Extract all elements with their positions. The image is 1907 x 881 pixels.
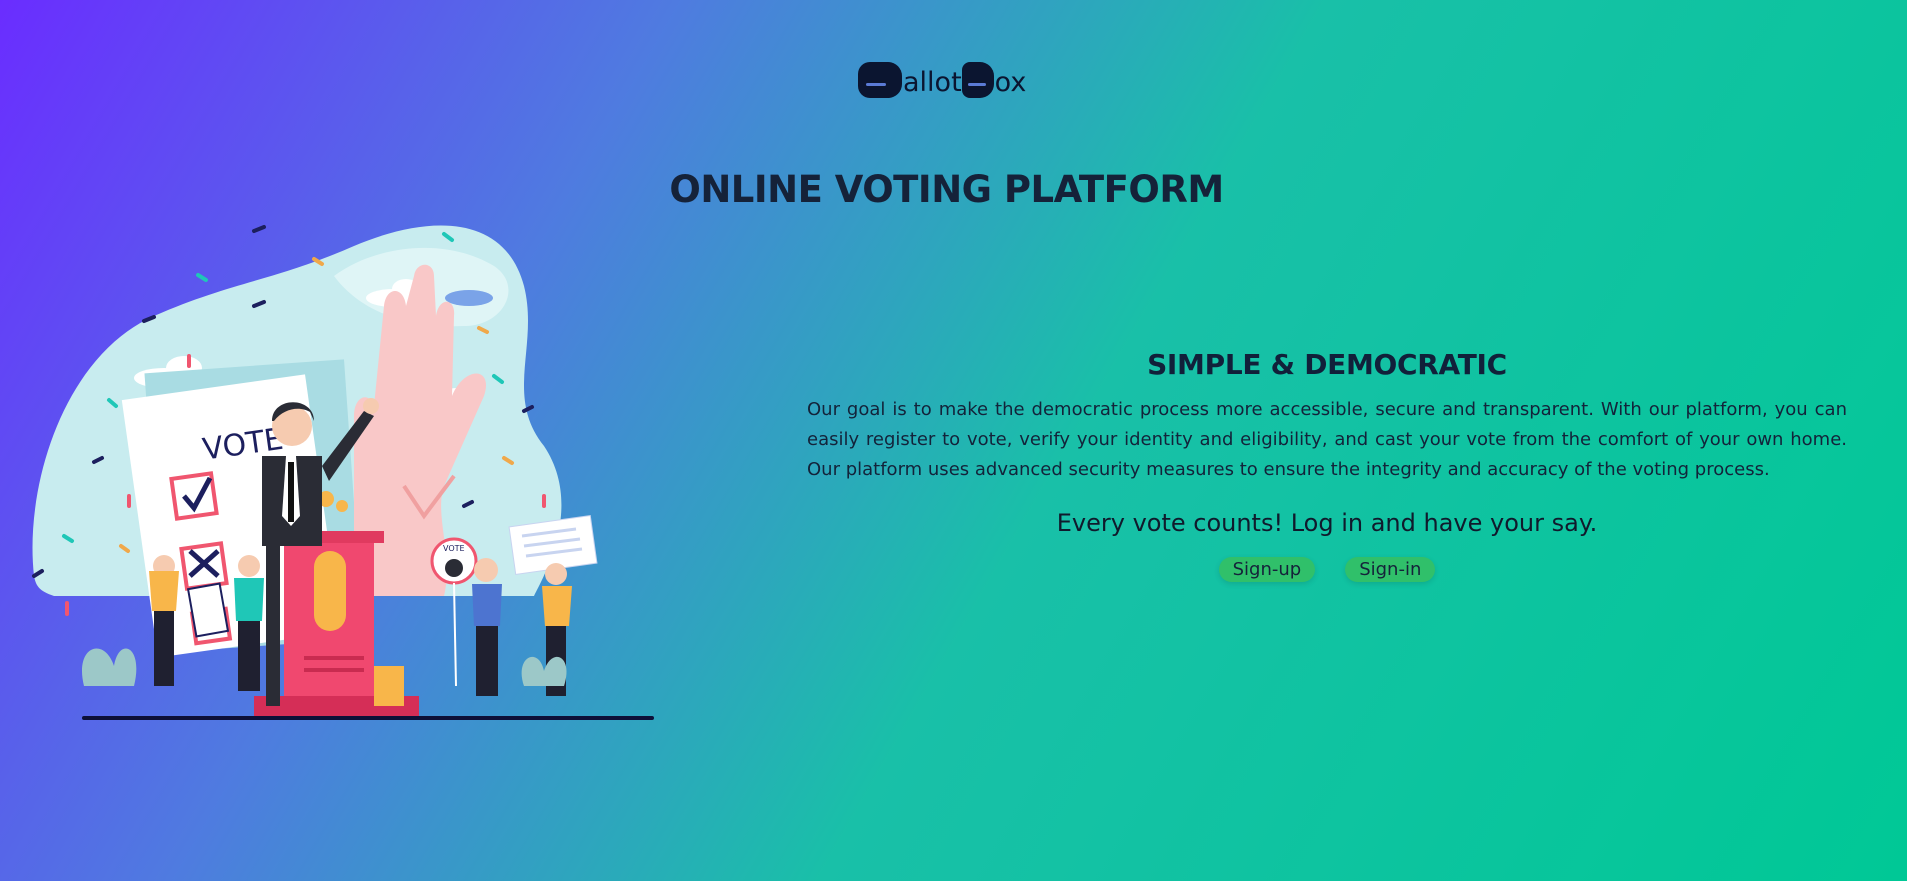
intro-section: SIMPLE & DEMOCRATIC Our goal is to make … xyxy=(807,348,1847,582)
voting-illustration: VOTE VOTE xyxy=(32,225,654,720)
badge-vote-text: VOTE xyxy=(443,544,465,553)
brand-logo[interactable]: allot ox xyxy=(858,54,1026,98)
signin-button[interactable]: Sign-in xyxy=(1345,557,1436,582)
logo-text-1: allot xyxy=(903,67,962,98)
page-title: ONLINE VOTING PLATFORM xyxy=(669,168,1224,211)
logo-b-glyph xyxy=(961,62,994,98)
signup-button[interactable]: Sign-up xyxy=(1218,557,1316,582)
auth-buttons: Sign-up Sign-in xyxy=(807,557,1847,582)
logo-text-2: ox xyxy=(994,67,1027,98)
cta-text: Every vote counts! Log in and have your … xyxy=(1056,509,1598,537)
section-description: Our goal is to make the democratic proce… xyxy=(807,399,1847,480)
logo-e-glyph xyxy=(858,62,902,98)
section-heading: SIMPLE & DEMOCRATIC xyxy=(1147,348,1507,381)
